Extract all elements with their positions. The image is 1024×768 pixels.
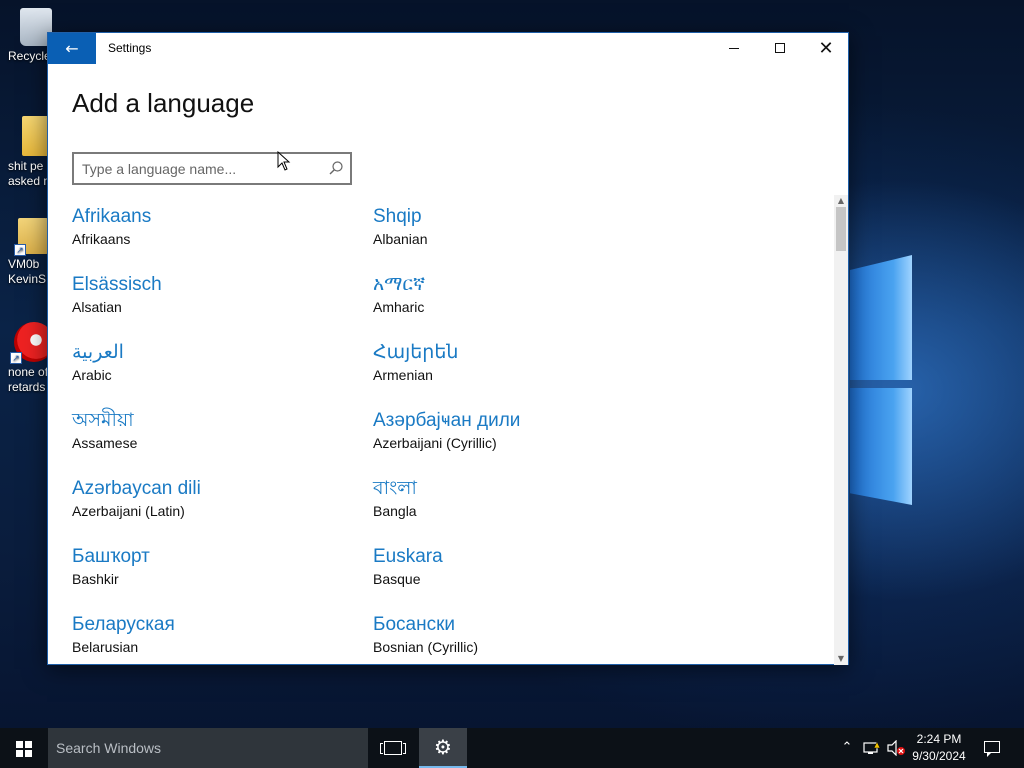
taskbar-settings-app[interactable]: ⚙ bbox=[419, 728, 467, 768]
taskbar: ⚙ ⌃ 2:24 PM 9/30/2024 bbox=[0, 728, 1024, 768]
language-native-name: አማርኛ bbox=[373, 274, 426, 295]
clock-date: 9/30/2024 bbox=[912, 749, 966, 763]
language-english-name: Bangla bbox=[373, 503, 417, 519]
shortcut-arrow-icon: ↗ bbox=[14, 244, 26, 256]
language-item[interactable]: Башҡорт Bashkir bbox=[72, 545, 362, 605]
minimize-button[interactable] bbox=[711, 33, 757, 64]
language-item[interactable]: Afrikaans Afrikaans bbox=[72, 205, 362, 265]
desktop-icon-shortcut-folder[interactable]: ↗ VM0b KevinS bbox=[0, 218, 48, 287]
language-english-name: Armenian bbox=[373, 367, 433, 383]
language-english-name: Belarusian bbox=[72, 639, 139, 655]
maximize-button[interactable] bbox=[757, 33, 803, 64]
language-native-name: Shqip bbox=[373, 206, 422, 227]
task-view-icon bbox=[380, 741, 406, 755]
language-list: Afrikaans Afrikaans Shqip Albanian Elsäs… bbox=[48, 195, 834, 663]
desktop-icon-folder[interactable]: shit pe asked n bbox=[0, 116, 52, 189]
language-english-name: Assamese bbox=[72, 435, 138, 451]
action-center-button[interactable] bbox=[978, 728, 1006, 768]
desktop-icon-label-line2: retards l bbox=[8, 380, 48, 394]
language-native-name: Башҡорт bbox=[72, 546, 150, 567]
language-item[interactable]: অসমীয়া Assamese bbox=[72, 409, 362, 469]
network-tray-button[interactable] bbox=[862, 728, 882, 768]
window-title: Settings bbox=[108, 41, 152, 55]
language-native-name: Elsässisch bbox=[72, 274, 162, 295]
desktop-icon-label: none of bbox=[8, 365, 48, 379]
language-native-name: Босански bbox=[373, 614, 456, 635]
volume-muted-icon bbox=[887, 739, 905, 757]
language-english-name: Amharic bbox=[373, 299, 425, 315]
gear-icon: ⚙ bbox=[434, 735, 452, 759]
windows-start-icon bbox=[16, 741, 32, 757]
language-item[interactable]: Босански Bosnian (Cyrillic) bbox=[373, 613, 663, 663]
chevron-up-icon: ⌃ bbox=[841, 740, 853, 755]
taskbar-search-box[interactable] bbox=[48, 728, 368, 768]
language-native-name: বাংলা bbox=[373, 478, 417, 499]
taskbar-search-input[interactable] bbox=[56, 738, 356, 758]
desktop-icon-label: VM0b bbox=[8, 257, 40, 271]
scroll-down-arrow-icon[interactable]: ▼ bbox=[834, 653, 848, 665]
desktop-icon-label-line2: KevinS bbox=[8, 272, 47, 286]
scroll-up-arrow-icon[interactable]: ▲ bbox=[834, 195, 848, 207]
notification-icon bbox=[984, 741, 1000, 757]
maximize-icon bbox=[775, 43, 785, 53]
show-hidden-icons-button[interactable]: ⌃ bbox=[837, 728, 857, 768]
shortcut-arrow-icon: ↗ bbox=[10, 352, 22, 364]
page-title: Add a language bbox=[72, 88, 255, 118]
search-icon[interactable] bbox=[328, 160, 344, 176]
desktop-icon-label: shit pe bbox=[8, 159, 44, 173]
desktop-icon-label-line2: asked n bbox=[8, 174, 48, 188]
close-icon: ✕ bbox=[818, 38, 834, 59]
title-bar[interactable]: ← Settings ✕ bbox=[48, 33, 848, 64]
language-english-name: Albanian bbox=[373, 231, 428, 247]
start-button[interactable] bbox=[0, 728, 48, 768]
language-item[interactable]: Euskara Basque bbox=[373, 545, 663, 605]
language-native-name: Euskara bbox=[373, 546, 443, 567]
language-english-name: Basque bbox=[373, 571, 421, 587]
language-item[interactable]: አማርኛ Amharic bbox=[373, 273, 663, 333]
clock-time: 2:24 PM bbox=[916, 732, 962, 746]
language-english-name: Afrikaans bbox=[72, 231, 131, 247]
back-arrow-icon: ← bbox=[65, 39, 79, 58]
scroll-thumb[interactable] bbox=[836, 207, 846, 251]
language-native-name: Afrikaans bbox=[72, 206, 152, 227]
language-item[interactable]: Azərbaycan dili Azerbaijani (Latin) bbox=[72, 477, 362, 537]
shortcut-folder-icon: ↗ bbox=[14, 218, 48, 256]
language-item[interactable]: Азәрбајҹан дили Azerbaijani (Cyrillic) bbox=[373, 409, 663, 469]
language-english-name: Azerbaijani (Cyrillic) bbox=[373, 435, 497, 451]
language-native-name: Azərbaycan dili bbox=[72, 478, 201, 499]
mouse-cursor-icon bbox=[277, 151, 291, 171]
desktop-icon-recycle-bin[interactable]: Recycle bbox=[0, 8, 52, 64]
language-item[interactable]: বাংলা Bangla bbox=[373, 477, 663, 537]
language-english-name: Alsatian bbox=[72, 299, 122, 315]
minimize-icon bbox=[729, 47, 739, 49]
volume-tray-button[interactable] bbox=[886, 728, 906, 768]
close-button[interactable]: ✕ bbox=[803, 33, 849, 64]
language-search-box[interactable] bbox=[72, 152, 352, 185]
vertical-scrollbar[interactable]: ▲ ▼ bbox=[834, 195, 848, 665]
language-english-name: Azerbaijani (Latin) bbox=[72, 503, 185, 519]
language-item[interactable]: العربية Arabic bbox=[72, 341, 362, 401]
task-view-button[interactable] bbox=[372, 728, 414, 768]
desktop-icon-label: Recycle bbox=[8, 49, 48, 63]
language-english-name: Arabic bbox=[72, 367, 112, 383]
language-native-name: অসমীয়া bbox=[72, 410, 134, 431]
language-native-name: Հայերեն bbox=[373, 342, 459, 363]
language-english-name: Bashkir bbox=[72, 571, 119, 587]
language-item[interactable]: Shqip Albanian bbox=[373, 205, 663, 265]
language-native-name: Азәрбајҹан дили bbox=[373, 410, 521, 431]
windows-logo-wallpaper bbox=[850, 255, 912, 505]
language-native-name: العربية bbox=[72, 342, 124, 363]
network-warning-icon bbox=[863, 741, 881, 754]
language-item[interactable]: Elsässisch Alsatian bbox=[72, 273, 362, 333]
system-clock[interactable]: 2:24 PM 9/30/2024 bbox=[906, 731, 972, 767]
settings-window: ← Settings ✕ Add a language Afrikaans Af… bbox=[47, 32, 849, 665]
back-button[interactable]: ← bbox=[48, 33, 96, 64]
language-native-name: Беларуская bbox=[72, 614, 175, 635]
language-item[interactable]: Հայերեն Armenian bbox=[373, 341, 663, 401]
language-item[interactable]: Беларуская Belarusian bbox=[72, 613, 362, 663]
language-english-name: Bosnian (Cyrillic) bbox=[373, 639, 479, 655]
desktop-icon-app-shortcut[interactable]: ↗ none of retards l bbox=[0, 322, 54, 395]
